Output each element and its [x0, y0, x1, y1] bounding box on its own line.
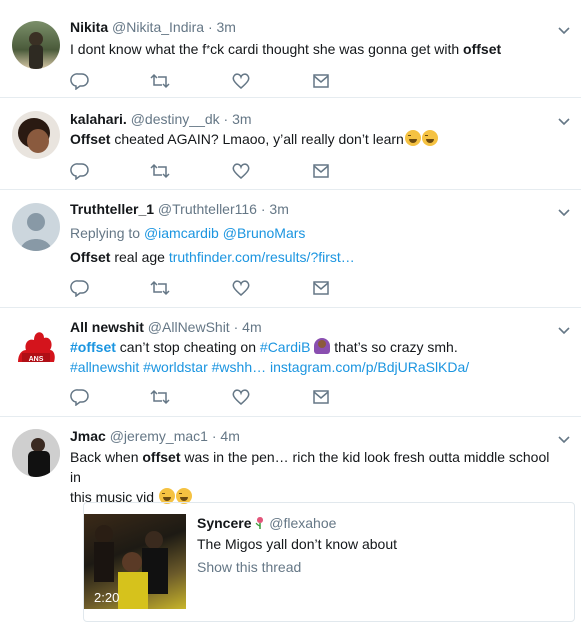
reply-icon[interactable]: [70, 72, 90, 90]
tweet-header: Truthteller_1 @Truthteller116 · 3m: [70, 201, 289, 217]
separator: ·: [233, 319, 239, 335]
tears-of-joy-emoji-icon: [421, 130, 438, 146]
chevron-down-icon[interactable]: [557, 324, 571, 338]
avatar-image: [12, 429, 60, 477]
avatar-image: [18, 118, 50, 153]
retweet-icon[interactable]: [150, 279, 170, 297]
separator: ·: [211, 428, 217, 444]
avatar[interactable]: ANS: [12, 320, 60, 368]
display-name[interactable]: All newshit: [70, 319, 144, 335]
display-name[interactable]: Syncere: [197, 515, 251, 531]
user-handle[interactable]: @destiny__dk: [131, 111, 220, 127]
like-icon[interactable]: [231, 388, 251, 406]
like-icon[interactable]: [231, 72, 251, 90]
tweet[interactable]: ANS All newshit @AllNewShit · 4m #offset…: [0, 308, 581, 417]
hashtag-link[interactable]: #allnewshit: [70, 359, 139, 375]
user-handle[interactable]: @Nikita_Indira: [112, 19, 204, 35]
mention-link[interactable]: @BrunoMars: [223, 225, 306, 241]
tweet-text: Offset cheated AGAIN? Lmaoo, y’all reall…: [70, 129, 561, 149]
highlighted-term: offset: [142, 449, 181, 465]
chevron-down-icon[interactable]: [557, 24, 571, 38]
svg-text:ANS: ANS: [29, 356, 44, 363]
dm-icon[interactable]: [311, 72, 331, 90]
tweet-text: Back when offset was in the pen… rich th…: [70, 449, 550, 505]
tweet-header: kalahari. @destiny__dk · 3m: [70, 111, 252, 127]
highlighted-term: Offset: [70, 249, 111, 265]
dm-icon[interactable]: [311, 162, 331, 180]
separator: ·: [260, 201, 266, 217]
avatar-image: [29, 32, 43, 69]
url-link[interactable]: instagram.com/p/BdjURaSlKDa/: [270, 359, 469, 375]
highlighted-term: Offset: [70, 131, 111, 147]
tweet-header: All newshit @AllNewShit · 4m: [70, 319, 262, 335]
tweet-header: Jmac @jeremy_mac1 · 4m: [70, 428, 240, 444]
tweet[interactable]: kalahari. @destiny__dk · 3m Offset cheat…: [0, 98, 581, 190]
quoted-tweet-card[interactable]: 2:20 Syncere @flexahoe The Migos yall do…: [83, 502, 575, 622]
hashtag-link[interactable]: #CardiB: [260, 339, 311, 355]
retweet-icon[interactable]: [150, 162, 170, 180]
url-link[interactable]: truthfinder.com/results/?first…: [169, 249, 355, 265]
display-name[interactable]: Jmac: [70, 428, 106, 444]
tweet-header: Nikita @Nikita_Indira · 3m: [70, 19, 236, 35]
retweet-icon[interactable]: [150, 388, 170, 406]
user-handle[interactable]: @flexahoe: [269, 515, 336, 531]
timestamp[interactable]: 3m: [217, 19, 236, 35]
user-handle[interactable]: @AllNewShit: [148, 319, 230, 335]
display-name[interactable]: Nikita: [70, 19, 108, 35]
display-name[interactable]: Truthteller_1: [70, 201, 154, 217]
retweet-icon[interactable]: [150, 72, 170, 90]
show-thread-link[interactable]: Show this thread: [197, 559, 301, 575]
chevron-down-icon[interactable]: [557, 206, 571, 220]
dm-icon[interactable]: [311, 388, 331, 406]
user-handle[interactable]: @Truthteller116: [158, 201, 257, 217]
default-avatar-icon: [20, 213, 52, 251]
avatar[interactable]: [12, 203, 60, 251]
dm-icon[interactable]: [311, 279, 331, 297]
video-thumbnail[interactable]: 2:20: [84, 514, 186, 609]
hashtag-link[interactable]: #offset: [70, 339, 116, 355]
reply-icon[interactable]: [70, 388, 90, 406]
replying-to: Replying to @iamcardib @BrunoMars: [70, 225, 306, 241]
timestamp[interactable]: 3m: [232, 111, 251, 127]
tweet[interactable]: Truthteller_1 @Truthteller116 · 3m Reply…: [0, 190, 581, 308]
hashtag-link[interactable]: #wshh…: [212, 359, 266, 375]
chevron-down-icon[interactable]: [557, 433, 571, 447]
reply-icon[interactable]: [70, 279, 90, 297]
separator: ·: [207, 19, 213, 35]
separator: ·: [223, 111, 229, 127]
rose-emoji-icon: [255, 516, 265, 530]
avatar[interactable]: [12, 111, 60, 159]
timestamp[interactable]: 4m: [220, 428, 239, 444]
avatar[interactable]: [12, 429, 60, 477]
like-icon[interactable]: [231, 162, 251, 180]
mention-link[interactable]: @iamcardib: [144, 225, 219, 241]
chevron-down-icon[interactable]: [557, 115, 571, 129]
hashtag-link[interactable]: #worldstar: [143, 359, 208, 375]
facepalm-emoji-icon: [314, 338, 331, 354]
quoted-header: Syncere @flexahoe: [197, 515, 336, 531]
like-icon[interactable]: [231, 279, 251, 297]
video-duration: 2:20: [94, 590, 120, 605]
highlighted-term: offset: [463, 41, 502, 57]
all-newshit-logo: ANS: [18, 332, 55, 363]
timestamp[interactable]: 3m: [269, 201, 288, 217]
reply-icon[interactable]: [70, 162, 90, 180]
display-name[interactable]: kalahari.: [70, 111, 127, 127]
tweet-text: #offset can’t stop cheating on #CardiB t…: [70, 338, 470, 375]
tweet-text: Offset real age truthfinder.com/results/…: [70, 249, 355, 265]
timestamp[interactable]: 4m: [242, 319, 261, 335]
tears-of-joy-emoji-icon: [404, 130, 421, 146]
tweet-text: I dont know what the f*ck cardi thought …: [70, 41, 502, 57]
avatar[interactable]: [12, 21, 60, 69]
quoted-text: The Migos yall don’t know about: [197, 536, 397, 552]
user-handle[interactable]: @jeremy_mac1: [110, 428, 208, 444]
tweet[interactable]: Nikita @Nikita_Indira · 3m I dont know w…: [0, 0, 581, 98]
